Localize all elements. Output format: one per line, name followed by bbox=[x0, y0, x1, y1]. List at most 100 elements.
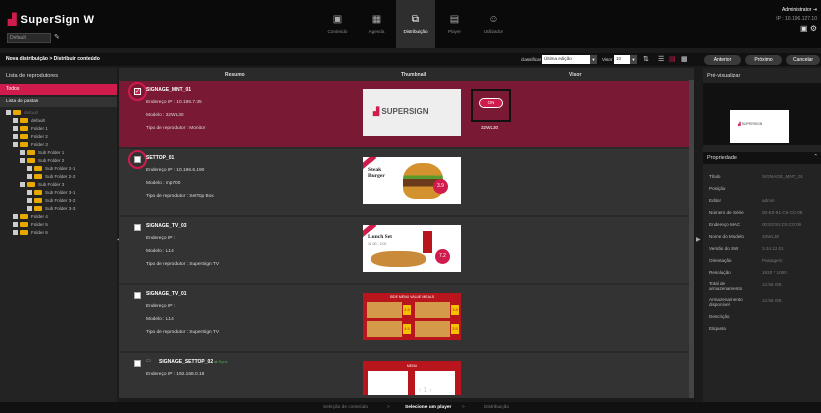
property-row: Título SIGNAGE_MNT_01 bbox=[709, 174, 817, 179]
detail-view-icon[interactable]: ▤ bbox=[669, 55, 676, 63]
tree-folder[interactable]: Folder 6 bbox=[0, 228, 117, 236]
menu-item-image bbox=[415, 321, 450, 337]
preview-panel: Pré-visualizar ▟ SUPERSIGN Propriedade ⌃ … bbox=[703, 68, 821, 403]
tree-folder-label: Folder 4 bbox=[31, 213, 48, 219]
tree-folder[interactable]: Sub Folder 2 bbox=[0, 156, 117, 164]
player-info: Tipo de reprodutor : Monitor bbox=[146, 126, 206, 131]
expand-icon[interactable] bbox=[27, 173, 32, 179]
expand-icon[interactable] bbox=[6, 109, 11, 115]
property-key: Número de Série bbox=[709, 210, 744, 215]
tree-folder[interactable]: Sub Folder 3-2 bbox=[0, 196, 117, 204]
expand-icon[interactable] bbox=[27, 165, 32, 171]
expand-icon[interactable] bbox=[13, 221, 18, 227]
edit-site-icon[interactable]: ✎ bbox=[54, 33, 60, 41]
sort-select[interactable]: Última edição bbox=[542, 55, 590, 64]
expand-right-icon[interactable]: ▶ bbox=[696, 236, 701, 243]
grid-view-icon[interactable]: ▦ bbox=[681, 55, 688, 63]
chevron-down-icon[interactable]: ▼ bbox=[630, 55, 637, 64]
all-players-item[interactable]: Todos bbox=[0, 84, 117, 95]
price-badge: 7.2 bbox=[435, 249, 450, 264]
table-row[interactable]: SIGNAGE_TV_01 Endereço IP : Modelo : L14 Ti… bbox=[119, 285, 689, 351]
tree-folder[interactable]: Sub Folder 3 bbox=[0, 180, 117, 188]
player-info: Modelo : 32WL30 bbox=[146, 113, 184, 118]
chevron-down-icon[interactable]: ▼ bbox=[590, 55, 597, 64]
property-key: Armazenamento disponível bbox=[709, 297, 743, 307]
sort-order-icon[interactable]: ⇅ bbox=[643, 55, 649, 63]
next-button[interactable]: Próximo bbox=[745, 55, 782, 65]
row-checkbox[interactable] bbox=[134, 292, 141, 299]
property-row: Posição bbox=[709, 186, 817, 191]
tree-folder[interactable]: Folder 2 bbox=[0, 132, 117, 140]
nav-item-player[interactable]: ▤ Player bbox=[435, 0, 474, 48]
tree-folder[interactable]: Folder 5 bbox=[0, 220, 117, 228]
list-view-icon[interactable]: ☰ bbox=[658, 55, 664, 63]
property-key: Editor bbox=[709, 198, 722, 203]
logo-text: SuperSign W bbox=[20, 14, 95, 26]
site-select[interactable]: Default bbox=[7, 33, 51, 43]
thumb-title: Steak Burger bbox=[368, 167, 385, 179]
table-row[interactable]: SIGNAGE_TV_03 Endereço IP : Modelo : L14 Ti… bbox=[119, 217, 689, 283]
content-thumbnail: Steak Burger 3.9 bbox=[363, 157, 461, 204]
row-checkbox[interactable] bbox=[134, 360, 141, 367]
expand-icon[interactable] bbox=[20, 181, 25, 187]
expand-icon[interactable] bbox=[20, 149, 25, 155]
pagination[interactable]: ‹ 1 › bbox=[419, 387, 431, 394]
step-item: Seleção de conteúdo bbox=[323, 405, 369, 410]
tree-folder[interactable]: Folder 4 bbox=[0, 212, 117, 220]
save-icon[interactable]: ▣ bbox=[800, 24, 808, 33]
expand-icon[interactable] bbox=[27, 205, 32, 211]
previous-button[interactable]: Anterior bbox=[704, 55, 741, 65]
folder-icon bbox=[20, 133, 28, 139]
content-icon: ▣ bbox=[332, 14, 343, 25]
property-key: Título bbox=[709, 174, 721, 179]
expand-icon[interactable] bbox=[13, 117, 18, 123]
tree-folder-label: Folder 2 bbox=[31, 133, 48, 139]
cancel-button[interactable]: Cancelar bbox=[786, 55, 820, 65]
tree-folder[interactable]: Sub Folder 3-1 bbox=[0, 188, 117, 196]
menu-price: 3.8 bbox=[451, 305, 459, 315]
table-row[interactable]: ✓ SIGNAGE_MNT_01 Endereço IP : 10.196.7.35… bbox=[119, 81, 689, 147]
view-count-select[interactable]: 10 bbox=[614, 55, 630, 64]
expand-icon[interactable] bbox=[13, 213, 18, 219]
property-value: SIGNAGE_MNT_01 bbox=[762, 174, 804, 179]
player-name-text: SIGNAGE_SETTOP_02 bbox=[159, 359, 214, 365]
nav-item-user[interactable]: ☺ Utilizador bbox=[474, 0, 513, 48]
expand-icon[interactable] bbox=[27, 189, 32, 195]
expand-icon[interactable] bbox=[13, 133, 18, 139]
nav-item-distribution[interactable]: ⧉ Distribuição bbox=[396, 0, 435, 48]
device-icon: ▭ bbox=[146, 358, 151, 364]
tree-folder[interactable]: Folder 3 bbox=[0, 140, 117, 148]
tree-folder[interactable]: Folder 1 bbox=[0, 124, 117, 132]
main-nav: ▣ Conteúdo ▦ Agenda ⧉ Distribuição ▤ Player ☺ Uti… bbox=[318, 0, 513, 48]
tree-folder-label: default bbox=[24, 109, 38, 115]
tree-folder[interactable]: default bbox=[0, 108, 117, 116]
tree-folder[interactable]: Sub Folder 1 bbox=[0, 148, 117, 156]
on-button[interactable]: ON bbox=[479, 98, 503, 108]
expand-icon[interactable] bbox=[13, 229, 18, 235]
nav-item-calendar[interactable]: ▦ Agenda bbox=[357, 0, 396, 48]
folder-icon bbox=[20, 141, 28, 147]
calendar-icon: ▦ bbox=[371, 14, 382, 25]
gear-icon[interactable]: ⚙ bbox=[810, 24, 817, 33]
row-checkbox[interactable] bbox=[134, 224, 141, 231]
nav-label: Agenda bbox=[368, 29, 385, 34]
expand-icon[interactable] bbox=[20, 157, 25, 163]
expand-icon[interactable] bbox=[27, 197, 32, 203]
tree-folder[interactable]: Sub Folder 3-3 bbox=[0, 204, 117, 212]
tree-folder[interactable]: Sub Folder 2-1 bbox=[0, 164, 117, 172]
folder-icon bbox=[34, 165, 42, 171]
user-name[interactable]: Administrator ⇥ bbox=[776, 7, 817, 13]
tree-folder[interactable]: Sub Folder 2-2 bbox=[0, 172, 117, 180]
distribution-icon: ⧉ bbox=[411, 14, 420, 25]
expand-icon[interactable] bbox=[13, 125, 18, 131]
expand-icon[interactable] bbox=[13, 141, 18, 147]
tree-folder[interactable]: default bbox=[0, 116, 117, 124]
property-key: Posição bbox=[709, 186, 726, 191]
folder-icon bbox=[20, 213, 28, 219]
table-row[interactable]: ▭ SIGNAGE_SETTOP_02 ⇄ Sync Endereço IP : 1… bbox=[119, 353, 689, 398]
property-key: Etiqueta bbox=[709, 326, 726, 331]
nav-item-content[interactable]: ▣ Conteúdo bbox=[318, 0, 357, 48]
logout-icon[interactable]: ⇥ bbox=[813, 7, 817, 13]
scrollbar[interactable] bbox=[689, 80, 694, 398]
table-row[interactable]: SETTOP_01 Endereço IP : 10.196.6.190 Model… bbox=[119, 149, 689, 215]
